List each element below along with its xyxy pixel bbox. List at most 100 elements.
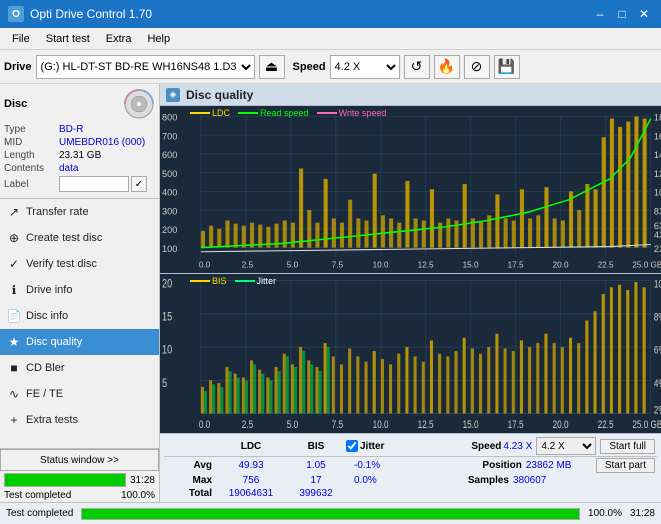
disc-title: Disc — [4, 98, 27, 110]
progress-bar-background — [4, 473, 126, 487]
bottom-progress-bg — [81, 508, 580, 520]
svg-text:7.5: 7.5 — [332, 419, 343, 431]
type-key: Type — [4, 124, 59, 135]
bis-legend-dot — [190, 280, 210, 282]
disc-icon — [123, 88, 155, 120]
svg-text:10: 10 — [162, 343, 172, 356]
jitter-legend-dot — [235, 280, 255, 282]
svg-text:2.5: 2.5 — [242, 260, 254, 269]
nav-transfer-rate[interactable]: ↗ Transfer rate — [0, 199, 159, 225]
contents-value: data — [59, 163, 78, 174]
svg-text:300: 300 — [162, 206, 177, 216]
nav-disc-quality[interactable]: ★ Disc quality — [0, 329, 159, 355]
nav-verify-test-disc-label: Verify test disc — [26, 258, 97, 270]
position-label: Position — [482, 460, 525, 471]
eject-button[interactable]: ⏏ — [259, 55, 285, 79]
upper-legend: LDC Read speed Write speed — [190, 108, 386, 118]
disc-section: Disc Type BD-R MID UMEBDR016 (000) L — [0, 84, 159, 199]
svg-text:8%: 8% — [654, 311, 661, 323]
menu-file[interactable]: File — [4, 31, 38, 47]
lower-chart: BIS Jitter — [160, 274, 661, 433]
write-speed-legend-label: Write speed — [339, 108, 387, 118]
nav-cd-bler[interactable]: ■ CD Bler — [0, 355, 159, 381]
save-button[interactable]: 💾 — [494, 55, 520, 79]
svg-text:10.0: 10.0 — [373, 260, 389, 269]
nav-drive-info-label: Drive info — [26, 284, 72, 296]
type-value: BD-R — [59, 124, 83, 135]
svg-text:20.0: 20.0 — [553, 260, 569, 269]
minimize-button[interactable]: – — [591, 5, 609, 23]
nav-disc-quality-label: Disc quality — [26, 336, 82, 348]
erase-button[interactable]: ⊘ — [464, 55, 490, 79]
upper-chart-svg: 800 700 600 500 400 300 200 100 18X 16X … — [160, 106, 661, 273]
samples-value: 380607 — [513, 475, 583, 486]
right-panel: ◈ Disc quality LDC Read speed — [160, 84, 661, 502]
progress-time: 31:28 — [130, 475, 155, 486]
jitter-header: Jitter — [360, 441, 384, 452]
mid-key: MID — [4, 137, 59, 148]
refresh-button[interactable]: ↺ — [404, 55, 430, 79]
nav-disc-info-label: Disc info — [26, 310, 68, 322]
label-apply-button[interactable]: ✓ — [131, 176, 147, 192]
nav-create-test-disc[interactable]: ⊕ Create test disc — [0, 225, 159, 251]
svg-text:4X: 4X — [654, 230, 661, 240]
avg-label: Avg — [166, 460, 216, 471]
menu-start-test[interactable]: Start test — [38, 31, 98, 47]
svg-text:10%: 10% — [654, 278, 661, 290]
menu-extra[interactable]: Extra — [98, 31, 140, 47]
svg-text:15: 15 — [162, 310, 172, 323]
svg-text:2X: 2X — [654, 244, 661, 254]
status-window-button[interactable]: Status window >> — [0, 449, 159, 471]
nav-drive-info[interactable]: ℹ Drive info — [0, 277, 159, 303]
progress-bar-fill — [5, 474, 125, 486]
svg-text:22.5: 22.5 — [598, 260, 614, 269]
svg-text:800: 800 — [162, 113, 177, 123]
speed-stat-select[interactable]: 4.2 X — [536, 437, 596, 455]
disc-contents-row: Contents data — [4, 163, 155, 174]
start-part-button[interactable]: Start part — [596, 458, 655, 473]
read-speed-legend-item: Read speed — [238, 108, 309, 118]
bis-avg: 1.05 — [286, 460, 346, 471]
svg-text:12.5: 12.5 — [418, 260, 434, 269]
svg-text:10.0: 10.0 — [373, 419, 389, 431]
ldc-max: 756 — [216, 475, 286, 486]
max-label: Max — [166, 475, 216, 486]
bottom-time: 31:28 — [630, 508, 655, 519]
maximize-button[interactable]: □ — [613, 5, 631, 23]
nav-fe-te[interactable]: ∿ FE / TE — [0, 381, 159, 407]
speed-select[interactable]: 4.2 X — [330, 55, 400, 79]
jitter-checkbox[interactable] — [346, 440, 358, 452]
drive-info-icon: ℹ — [6, 282, 22, 298]
menu-help[interactable]: Help — [139, 31, 178, 47]
svg-text:500: 500 — [162, 169, 177, 179]
svg-text:12X: 12X — [654, 169, 661, 179]
svg-text:25.0 GB: 25.0 GB — [632, 260, 661, 269]
menu-bar: File Start test Extra Help — [0, 28, 661, 50]
svg-text:5: 5 — [162, 376, 167, 389]
left-panel: Disc Type BD-R MID UMEBDR016 (000) L — [0, 84, 160, 502]
bottom-status-bar: Test completed 100.0% 31:28 — [0, 502, 661, 524]
samples-label: Samples — [468, 475, 513, 486]
label-input[interactable] — [59, 176, 129, 192]
start-full-button[interactable]: Start full — [600, 439, 655, 454]
speed-stat-label: Speed — [471, 441, 501, 452]
ldc-legend-item: LDC — [190, 108, 230, 118]
nav-disc-info[interactable]: 📄 Disc info — [0, 303, 159, 329]
drive-select[interactable]: (G:) HL-DT-ST BD-RE WH16NS48 1.D3 — [36, 55, 255, 79]
nav-fe-te-label: FE / TE — [26, 388, 63, 400]
svg-text:10X: 10X — [654, 187, 661, 197]
svg-text:600: 600 — [162, 150, 177, 160]
svg-text:4%: 4% — [654, 378, 661, 390]
close-button[interactable]: ✕ — [635, 5, 653, 23]
upper-chart: LDC Read speed Write speed — [160, 106, 661, 274]
svg-text:14X: 14X — [654, 150, 661, 160]
nav-verify-test-disc[interactable]: ✓ Verify test disc — [0, 251, 159, 277]
speed-stat-value: 4.23 X — [503, 441, 532, 452]
burn-button[interactable]: 🔥 — [434, 55, 460, 79]
progress-row: 31:28 — [0, 471, 159, 489]
drive-label: Drive — [4, 61, 32, 73]
ldc-legend-dot — [190, 112, 210, 114]
disc-header: Disc — [4, 88, 155, 120]
lower-legend: BIS Jitter — [190, 276, 276, 286]
nav-extra-tests[interactable]: + Extra tests — [0, 407, 159, 433]
